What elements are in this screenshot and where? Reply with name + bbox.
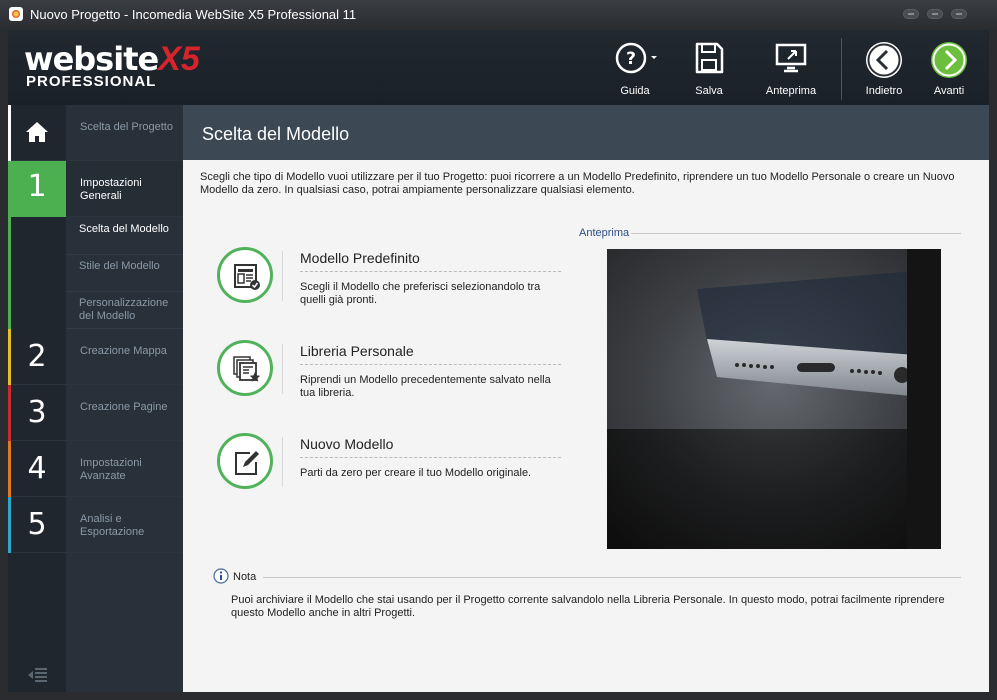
nav-step-4[interactable]: 4 Impostazioni Avanzate	[8, 441, 183, 497]
window-frame-bottom	[0, 692, 997, 700]
guida-button[interactable]: ? Guida	[604, 36, 666, 104]
intro-text: Scegli che tipo di Modello vuoi utilizza…	[200, 171, 955, 196]
window-title: Nuovo Progetto - Incomedia WebSite X5 Pr…	[30, 7, 357, 22]
library-icon	[233, 356, 261, 382]
close-button[interactable]	[951, 9, 967, 19]
option-modello-predefinito[interactable]: Modello Predefinito Scegli il Modello ch…	[217, 247, 567, 327]
phone-photo	[607, 249, 941, 549]
step-1-accent	[8, 217, 11, 329]
indietro-button[interactable]: Indietro	[854, 36, 914, 104]
template-preview-image	[607, 249, 941, 549]
library-icon-circle	[217, 340, 273, 396]
nav-item-home[interactable]: Scelta del Progetto	[8, 105, 183, 161]
note-label: Nota	[233, 571, 257, 583]
nav-step-2[interactable]: 2 Creazione Mappa	[8, 329, 183, 385]
subitem-personalizzazione[interactable]: Personalizzazione del Modello	[66, 292, 183, 329]
step-navigation: Scelta del Progetto 1 Impostazioni Gener…	[8, 105, 183, 692]
window-frame-right	[989, 30, 997, 700]
window-frame-left	[0, 30, 8, 700]
app-header: websiteX5 PROFESSIONAL ? Guida Salva Ant…	[8, 30, 989, 105]
avanti-button[interactable]: Avanti	[919, 36, 979, 104]
nav-step-1[interactable]: 1 Impostazioni Generali	[8, 161, 183, 217]
save-icon	[695, 42, 724, 74]
anteprima-button[interactable]: Anteprima	[758, 36, 824, 104]
preview-label: Anteprima	[579, 227, 630, 239]
edit-icon	[235, 451, 259, 475]
subitem-scelta-modello[interactable]: Scelta del Modello	[66, 217, 183, 255]
main-header: Scelta del Modello	[183, 105, 989, 160]
home-icon	[26, 122, 48, 142]
svg-text:?: ?	[626, 49, 636, 69]
subitem-stile-modello[interactable]: Stile del Modello	[66, 255, 183, 292]
page-title: Scelta del Modello	[202, 124, 350, 144]
toolbar-divider	[841, 38, 842, 100]
option-libreria-personale[interactable]: Libreria Personale Riprendi un Modello p…	[217, 340, 567, 420]
salva-button[interactable]: Salva	[678, 36, 740, 104]
window-titlebar: Nuovo Progetto - Incomedia WebSite X5 Pr…	[0, 0, 997, 30]
info-icon	[213, 568, 229, 584]
note-text: Puoi archiviare il Modello che stai usan…	[231, 594, 945, 619]
maximize-button[interactable]	[927, 9, 943, 19]
template-icon-circle	[217, 247, 273, 303]
minimize-button[interactable]	[903, 9, 919, 19]
websitex5-logo: websiteX5 PROFESSIONAL	[24, 40, 200, 90]
collapse-sidebar-icon[interactable]	[26, 667, 48, 683]
forward-arrow-icon	[931, 42, 967, 78]
preview-icon	[775, 43, 807, 73]
option-nuovo-modello[interactable]: Nuovo Modello Parti da zero per creare i…	[217, 433, 567, 513]
main-panel: Scelta del Modello Scegli che tipo di Mo…	[183, 105, 989, 692]
nav-step-3[interactable]: 3 Creazione Pagine	[8, 385, 183, 441]
help-icon: ?	[615, 42, 657, 74]
app-icon	[9, 7, 23, 21]
template-icon	[234, 264, 260, 290]
back-arrow-icon	[866, 42, 902, 78]
nav-step-5[interactable]: 5 Analisi e Esportazione	[8, 497, 183, 553]
new-template-icon-circle	[217, 433, 273, 489]
